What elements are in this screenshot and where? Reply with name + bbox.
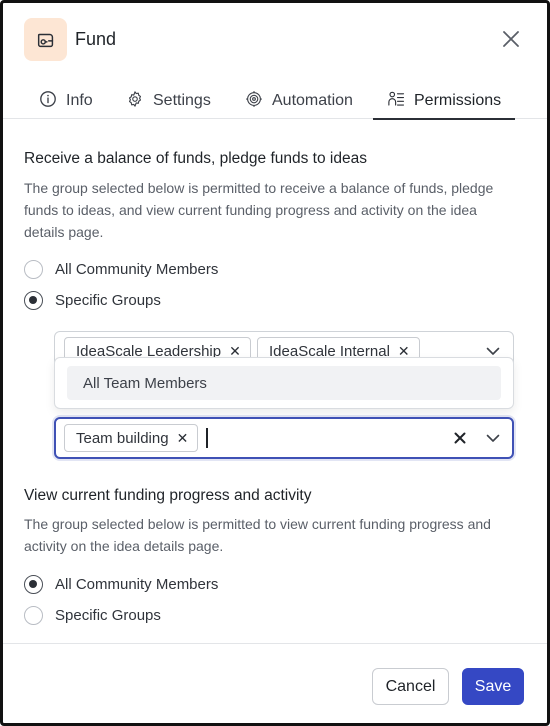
tab-bar: Info Settings Automation Permissions: [3, 83, 547, 120]
cancel-button[interactable]: Cancel: [372, 668, 449, 705]
section1-description: The group selected below is permitted to…: [24, 180, 494, 240]
radio-label: All Community Members: [55, 576, 219, 593]
radio-label: Specific Groups: [55, 292, 161, 309]
tab-permissions-label: Permissions: [414, 92, 502, 109]
dialog-footer: Cancel Save: [3, 643, 547, 723]
dialog-title: Fund: [75, 29, 117, 49]
radio-specific-groups-1[interactable]: Specific Groups: [24, 291, 161, 310]
tab-settings-label: Settings: [153, 92, 211, 109]
groups-select-2[interactable]: Team building ✕: [54, 417, 514, 459]
tab-settings[interactable]: Settings: [126, 83, 211, 119]
save-button[interactable]: Save: [462, 668, 524, 705]
tab-automation[interactable]: Automation: [245, 83, 353, 119]
close-icon[interactable]: [497, 25, 525, 53]
section2-description: The group selected below is permitted to…: [24, 516, 491, 554]
tab-info-label: Info: [66, 92, 93, 109]
clear-selection-icon[interactable]: [450, 428, 470, 448]
section2-title: View current funding progress and activi…: [24, 487, 312, 504]
gear-icon: [126, 90, 144, 113]
remove-chip-icon[interactable]: ✕: [177, 431, 189, 445]
fund-dialog: Fund Info Settings Automation Permission…: [0, 0, 550, 726]
radio-button[interactable]: [24, 606, 43, 625]
radio-button[interactable]: [24, 575, 43, 594]
radio-label: Specific Groups: [55, 607, 161, 624]
chip-label: Team building: [76, 429, 169, 447]
chevron-down-icon[interactable]: [483, 428, 503, 448]
remove-chip-icon[interactable]: ✕: [229, 344, 241, 358]
tab-permissions[interactable]: Permissions: [372, 83, 516, 120]
fund-wallet-icon: [24, 18, 67, 61]
group-chip: Team building ✕: [64, 424, 199, 452]
groups-dropdown-menu: All Team Members: [54, 357, 514, 409]
radio-all-community-members-2[interactable]: All Community Members: [24, 575, 218, 594]
radio-button[interactable]: [24, 260, 43, 279]
info-icon: [39, 90, 57, 113]
text-cursor: [206, 428, 208, 448]
automation-icon: [245, 90, 263, 113]
radio-label: All Community Members: [55, 261, 219, 278]
remove-chip-icon[interactable]: ✕: [398, 344, 410, 358]
dialog-header: Fund: [3, 3, 547, 83]
dropdown-option-all-team-members[interactable]: All Team Members: [67, 366, 501, 400]
permissions-icon: [387, 90, 405, 113]
radio-all-community-members-1[interactable]: All Community Members: [24, 260, 218, 279]
section1-title: Receive a balance of funds, pledge funds…: [24, 150, 367, 167]
tab-info[interactable]: Info: [39, 83, 93, 119]
radio-button[interactable]: [24, 291, 43, 310]
tab-automation-label: Automation: [272, 92, 353, 109]
radio-specific-groups-2[interactable]: Specific Groups: [24, 606, 161, 625]
